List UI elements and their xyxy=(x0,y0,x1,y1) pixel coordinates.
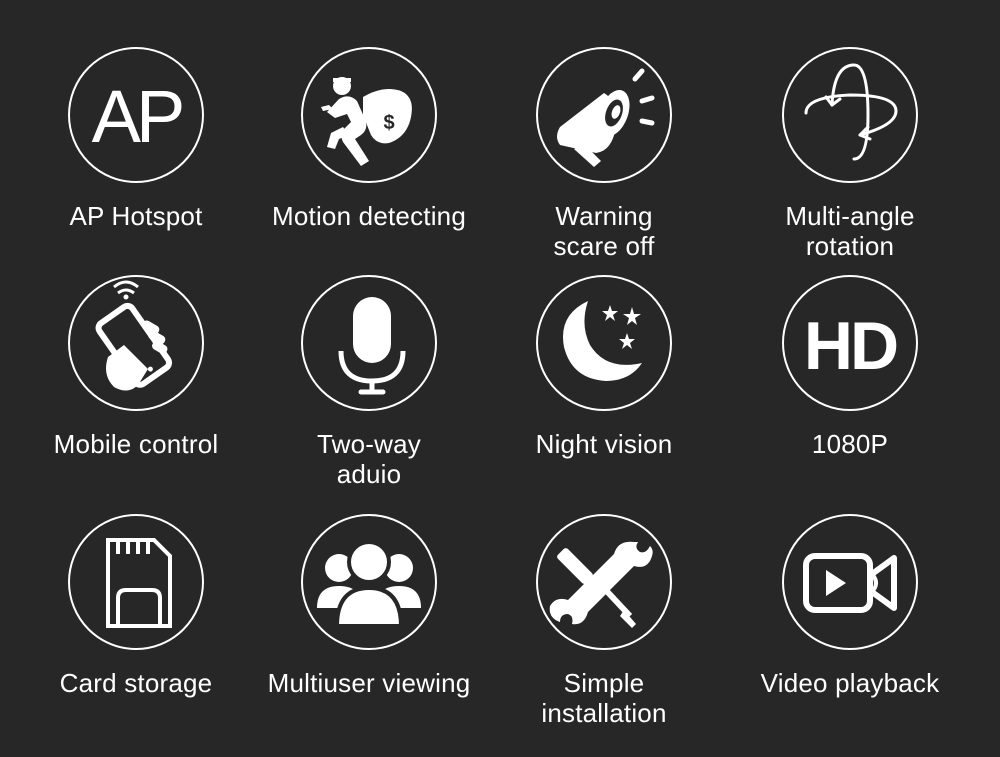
label-line: rotation xyxy=(805,231,895,261)
icon-circle xyxy=(301,514,437,650)
icon-circle xyxy=(301,275,437,411)
label-line: Card storage xyxy=(59,668,213,698)
hd-text-icon: HD xyxy=(804,308,900,384)
icon-circle xyxy=(536,47,672,183)
icon-circle xyxy=(782,514,918,650)
feature-ap-hotspot: AP AP Hotspot xyxy=(16,47,256,231)
feature-simple-installation: Simple installation xyxy=(484,514,724,728)
feature-label: AP Hotspot xyxy=(16,201,256,231)
feature-label: Video playback xyxy=(730,668,970,698)
moon-stars-icon xyxy=(563,301,642,381)
svg-text:AP: AP xyxy=(92,75,182,158)
feature-label: Mobile control xyxy=(16,429,256,459)
icon-circle xyxy=(536,275,672,411)
icon-circle: AP xyxy=(68,47,204,183)
feature-label: Motion detecting xyxy=(249,201,489,231)
megaphone-icon xyxy=(557,68,655,167)
icon-circle xyxy=(536,514,672,650)
feature-video-playback: Video playback xyxy=(730,514,970,698)
label-line: Two-way xyxy=(317,429,421,459)
feature-label: Two-way aduio xyxy=(249,429,489,489)
svg-text:HD: HD xyxy=(804,308,897,384)
microphone-icon xyxy=(338,297,406,395)
label-line: AP Hotspot xyxy=(69,201,203,231)
feature-label: Warning scare off xyxy=(484,201,724,261)
label-line: Video playback xyxy=(760,668,940,698)
feature-multiuser-viewing: Multiuser viewing xyxy=(249,514,489,698)
feature-label: 1080P xyxy=(730,429,970,459)
icon-circle xyxy=(68,275,204,411)
feature-card-storage: Card storage xyxy=(16,514,256,698)
icon-circle xyxy=(782,47,918,183)
feature-mobile-control: Mobile control xyxy=(16,275,256,459)
label-line: Night vision xyxy=(535,429,673,459)
thief-money-bag-icon: $ xyxy=(321,77,412,166)
phone-in-hand-wifi-icon xyxy=(95,280,173,391)
user-group-icon xyxy=(317,540,421,628)
feature-label: Multi-angle rotation xyxy=(730,201,970,261)
svg-text:$: $ xyxy=(383,112,394,134)
feature-two-way-audio: Two-way aduio xyxy=(249,275,489,489)
feature-label: Multiuser viewing xyxy=(249,668,489,698)
label-line: installation xyxy=(541,698,667,728)
label-line: scare off xyxy=(553,231,655,261)
icon-circle: HD xyxy=(782,275,918,411)
icon-circle xyxy=(68,514,204,650)
video-camera-play-icon xyxy=(803,553,897,613)
ap-text-icon: AP xyxy=(92,75,187,158)
feature-label: Night vision xyxy=(484,429,724,459)
feature-label: Simple installation xyxy=(484,668,724,728)
label-line: Simple xyxy=(563,668,645,698)
feature-label: Card storage xyxy=(16,668,256,698)
sd-card-icon xyxy=(106,538,172,628)
label-line: Mobile control xyxy=(53,429,219,459)
label-line: aduio xyxy=(336,459,402,489)
label-line: 1080P xyxy=(811,429,889,459)
feature-warning-scare-off: Warning scare off xyxy=(484,47,724,261)
feature-multi-angle-rotation: Multi-angle rotation xyxy=(730,47,970,261)
icon-circle: $ xyxy=(301,47,437,183)
wrench-screwdriver-icon xyxy=(549,541,653,628)
label-line: Motion detecting xyxy=(272,201,466,231)
feature-1080p: HD 1080P xyxy=(730,275,970,459)
feature-motion-detecting: $ Motion detecting xyxy=(249,47,489,231)
rotation-orbit-icon xyxy=(804,63,898,161)
label-line: Multi-angle xyxy=(785,201,915,231)
feature-night-vision: Night vision xyxy=(484,275,724,459)
label-line: Multiuser viewing xyxy=(267,668,471,698)
label-line: Warning xyxy=(555,201,653,231)
